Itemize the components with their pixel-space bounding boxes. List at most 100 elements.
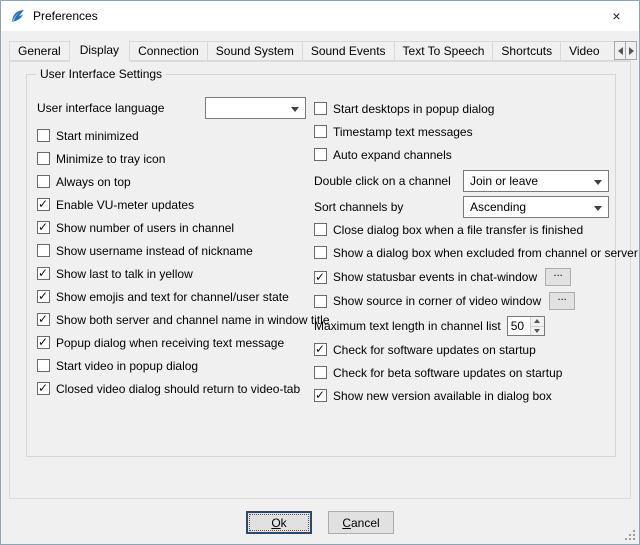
spinner-down-button[interactable] [531, 327, 544, 336]
checkbox-label: Auto expand channels [333, 148, 452, 162]
double-click-label: Double click on a channel [314, 174, 463, 188]
language-combobox[interactable] [205, 97, 306, 119]
tab-connection[interactable]: Connection [129, 41, 208, 61]
checkbox-box [37, 313, 50, 326]
checkbox-box [314, 148, 327, 161]
video-source-row: Show source in corner of video window ..… [314, 292, 616, 310]
checkbox-label: Start video in popup dialog [56, 359, 198, 373]
checkbox-label: Always on top [56, 175, 131, 189]
checkbox-start-minimized[interactable]: Start minimized [37, 128, 317, 143]
arrow-left-icon [618, 47, 623, 55]
checkbox-label: Show both server and channel name in win… [56, 313, 330, 327]
checkbox-box [37, 221, 50, 234]
checkbox-check-updates-startup[interactable]: Check for software updates on startup [314, 342, 616, 357]
checkbox-box [314, 102, 327, 115]
checkbox-label: Show new version available in dialog box [333, 389, 552, 403]
checkbox-box [314, 223, 327, 236]
window-title: Preferences [33, 9, 98, 23]
checkbox-box [314, 295, 327, 308]
max-text-length-value[interactable]: 50 [508, 317, 530, 335]
checkbox-auto-expand-channels[interactable]: Auto expand channels [314, 147, 616, 162]
checkbox-box [314, 389, 327, 402]
tab-scroll-right-button[interactable] [625, 41, 637, 60]
tab-display[interactable]: Display [69, 40, 130, 62]
checkbox-label: Show number of users in channel [56, 221, 234, 235]
close-button[interactable]: × [594, 1, 639, 31]
checkbox-show-user-count[interactable]: Show number of users in channel [37, 220, 317, 235]
checkbox-video-source-corner[interactable]: Show source in corner of video window [314, 294, 541, 309]
checkbox-popup-on-text-message[interactable]: Popup dialog when receiving text message [37, 335, 317, 350]
checkbox-box [37, 382, 50, 395]
checkbox-last-to-talk-yellow[interactable]: Show last to talk in yellow [37, 266, 317, 281]
sort-channels-combobox[interactable]: Ascending [463, 196, 609, 218]
spinner-up-button[interactable] [531, 317, 544, 327]
checkbox-label: Timestamp text messages [333, 125, 473, 139]
checkbox-check-beta-updates[interactable]: Check for beta software updates on start… [314, 365, 616, 380]
checkbox-label: Close dialog box when a file transfer is… [333, 223, 583, 237]
checkbox-box [37, 290, 50, 303]
titlebar[interactable]: Preferences × [1, 1, 639, 31]
checkbox-server-channel-in-title[interactable]: Show both server and channel name in win… [37, 312, 317, 327]
ok-button-label: Ok [271, 516, 286, 530]
double-click-row: Double click on a channel Join or leave [314, 170, 616, 192]
checkbox-label: Start desktops in popup dialog [333, 102, 494, 116]
checkbox-video-popup-dialog[interactable]: Start video in popup dialog [37, 358, 317, 373]
tab-scroll-control [615, 41, 637, 60]
checkbox-box [37, 336, 50, 349]
dialog-buttons: Ok Cancel [1, 511, 639, 534]
tab-shortcuts[interactable]: Shortcuts [492, 41, 561, 61]
checkbox-label: Closed video dialog should return to vid… [56, 382, 300, 396]
checkbox-label: Minimize to tray icon [56, 152, 165, 166]
resize-grip[interactable] [624, 529, 636, 541]
checkbox-vu-meter-updates[interactable]: Enable VU-meter updates [37, 197, 317, 212]
checkbox-dialog-when-excluded[interactable]: Show a dialog box when excluded from cha… [314, 245, 616, 260]
checkbox-label: Show username instead of nickname [56, 244, 253, 258]
tab-general[interactable]: General [9, 41, 70, 61]
checkbox-box [37, 175, 50, 188]
group-title: User Interface Settings [36, 67, 166, 81]
checkbox-emojis-text-state[interactable]: Show emojis and text for channel/user st… [37, 289, 317, 304]
checkbox-desktops-popup[interactable]: Start desktops in popup dialog [314, 101, 616, 116]
checkbox-label: Show emojis and text for channel/user st… [56, 290, 289, 304]
checkbox-label: Show a dialog box when excluded from cha… [333, 246, 638, 260]
checkbox-box [37, 244, 50, 257]
arrow-right-icon [629, 47, 634, 55]
video-source-options-button[interactable]: ... [549, 292, 575, 310]
preferences-dialog: Preferences × General Display Connection… [0, 0, 640, 545]
checkbox-label: Popup dialog when receiving text message [56, 336, 284, 350]
tab-bar: General Display Connection Sound System … [9, 40, 631, 62]
max-text-length-spinner[interactable]: 50 [507, 316, 545, 336]
double-click-value: Join or leave [470, 174, 538, 188]
checkbox-label: Start minimized [56, 129, 139, 143]
checkbox-closed-video-return-tab[interactable]: Closed video dialog should return to vid… [37, 381, 317, 396]
language-row: User interface language [37, 97, 317, 119]
checkbox-label: Enable VU-meter updates [56, 198, 194, 212]
checkbox-box [37, 267, 50, 280]
max-text-length-row: Maximum text length in channel list 50 [314, 316, 616, 336]
sort-channels-label: Sort channels by [314, 200, 463, 214]
sort-channels-value: Ascending [470, 200, 526, 214]
statusbar-events-options-button[interactable]: ... [545, 268, 571, 286]
checkbox-close-on-transfer-finished[interactable]: Close dialog box when a file transfer is… [314, 222, 616, 237]
ok-button[interactable]: Ok [246, 511, 312, 534]
checkbox-always-on-top[interactable]: Always on top [37, 174, 317, 189]
checkbox-box [37, 198, 50, 211]
arrow-down-icon [534, 329, 540, 333]
checkbox-label: Check for beta software updates on start… [333, 366, 562, 380]
checkbox-username-instead-nickname[interactable]: Show username instead of nickname [37, 243, 317, 258]
checkbox-minimize-to-tray[interactable]: Minimize to tray icon [37, 151, 317, 166]
language-label: User interface language [37, 101, 164, 115]
checkbox-statusbar-events[interactable]: Show statusbar events in chat-window [314, 270, 537, 285]
app-icon [9, 8, 26, 25]
tab-text-to-speech[interactable]: Text To Speech [394, 41, 494, 61]
checkbox-box [314, 125, 327, 138]
tab-sound-events[interactable]: Sound Events [302, 41, 395, 61]
checkbox-timestamp-messages[interactable]: Timestamp text messages [314, 124, 616, 139]
right-column: Start desktops in popup dialog Timestamp… [314, 101, 616, 411]
cancel-button-label: Cancel [342, 516, 379, 530]
tab-sound-system[interactable]: Sound System [207, 41, 303, 61]
max-text-length-label: Maximum text length in channel list [314, 319, 501, 333]
checkbox-new-version-dialog[interactable]: Show new version available in dialog box [314, 388, 616, 403]
double-click-combobox[interactable]: Join or leave [463, 170, 609, 192]
cancel-button[interactable]: Cancel [328, 511, 394, 534]
